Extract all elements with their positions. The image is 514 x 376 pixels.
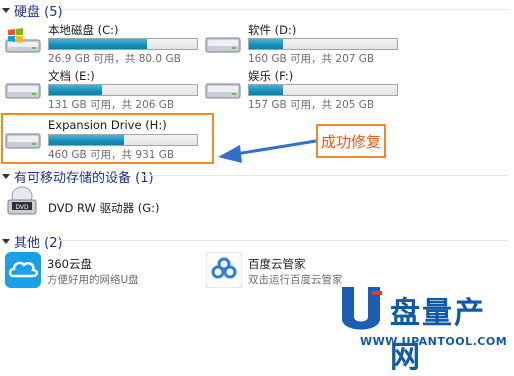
hard-drive-icon <box>205 83 241 99</box>
windows-drive-icon <box>5 28 41 53</box>
watermark-text: 盘量产网 <box>390 296 486 375</box>
capacity-fill <box>49 135 125 145</box>
collapse-arrow-icon[interactable] <box>2 238 10 244</box>
section-divider <box>142 175 508 176</box>
capacity-bar <box>48 84 198 96</box>
hard-drive-icon <box>205 37 241 53</box>
baidu-cloud-icon <box>206 252 242 288</box>
drive-name: 本地磁盘 (C:) <box>48 23 119 37</box>
section-label: 有可移动存储的设备 (1) <box>14 170 154 186</box>
section-header-hard-disks[interactable]: 硬盘 (5) <box>0 1 63 20</box>
app-name: 百度云管家 <box>248 257 306 271</box>
section-header-removable[interactable]: 有可移动存储的设备 (1) <box>0 167 154 186</box>
section-label: 硬盘 (5) <box>14 4 63 20</box>
drive-name: Expansion Drive (H:) <box>48 118 167 132</box>
drive-name: DVD RW 驱动器 (G:) <box>48 201 160 215</box>
drive-info: 460 GB 可用，共 931 GB <box>48 149 175 161</box>
drive-name: 文档 (E:) <box>48 69 95 83</box>
drive-info: 160 GB 可用，共 207 GB <box>248 53 375 65</box>
app-360-cloud[interactable]: 360云盘 方便好用的网络U盘 <box>5 252 205 292</box>
callout-box: 成功修复 <box>316 124 386 158</box>
drive-f[interactable]: 娱乐 (F:) 157 GB 可用，共 205 GB <box>204 66 414 112</box>
capacity-bar <box>248 84 398 96</box>
capacity-fill <box>249 39 284 49</box>
app-name: 360云盘 <box>47 257 92 271</box>
u-logo-icon <box>342 287 382 330</box>
drive-e[interactable]: 文档 (E:) 131 GB 可用，共 206 GB <box>4 66 214 112</box>
cloud-360-icon <box>5 252 41 288</box>
capacity-fill <box>49 39 147 49</box>
hard-drive-icon <box>5 133 41 149</box>
collapse-arrow-icon[interactable] <box>2 7 10 13</box>
drive-name: 软件 (D:) <box>248 23 297 37</box>
capacity-bar <box>248 38 398 50</box>
app-baidu-cloud[interactable]: 百度云管家 双击运行百度云管家 <box>206 252 406 292</box>
drive-d[interactable]: 软件 (D:) 160 GB 可用，共 207 GB <box>204 20 414 66</box>
drive-c[interactable]: 本地磁盘 (C:) 26.9 GB 可用，共 80.0 GB <box>4 20 214 66</box>
drive-info: 131 GB 可用，共 206 GB <box>48 99 175 111</box>
drive-info: 26.9 GB 可用，共 80.0 GB <box>48 53 181 65</box>
app-desc: 方便好用的网络U盘 <box>47 274 139 286</box>
drive-dvd[interactable]: DVD DVD RW 驱动器 (G:) <box>4 186 214 226</box>
section-divider <box>56 240 508 241</box>
arrow-icon <box>218 139 317 163</box>
app-desc: 双击运行百度云管家 <box>248 274 343 286</box>
hard-drive-icon <box>5 83 41 99</box>
watermark-url: WWW.UPANTOOL.COM <box>360 335 508 348</box>
capacity-bar <box>48 38 198 50</box>
section-label: 其他 (2) <box>14 235 63 251</box>
callout-text: 成功修复 <box>320 132 381 151</box>
capacity-fill <box>49 85 103 95</box>
section-divider <box>62 9 508 10</box>
drive-info: 157 GB 可用，共 205 GB <box>248 99 375 111</box>
capacity-fill <box>249 85 284 95</box>
dvd-drive-icon: DVD <box>7 186 37 215</box>
capacity-bar <box>48 134 198 146</box>
drive-h[interactable]: Expansion Drive (H:) 460 GB 可用，共 931 GB <box>4 116 214 162</box>
dvd-badge: DVD <box>15 204 29 211</box>
drive-name: 娱乐 (F:) <box>248 69 294 83</box>
section-header-other[interactable]: 其他 (2) <box>0 232 63 251</box>
collapse-arrow-icon[interactable] <box>2 173 10 179</box>
